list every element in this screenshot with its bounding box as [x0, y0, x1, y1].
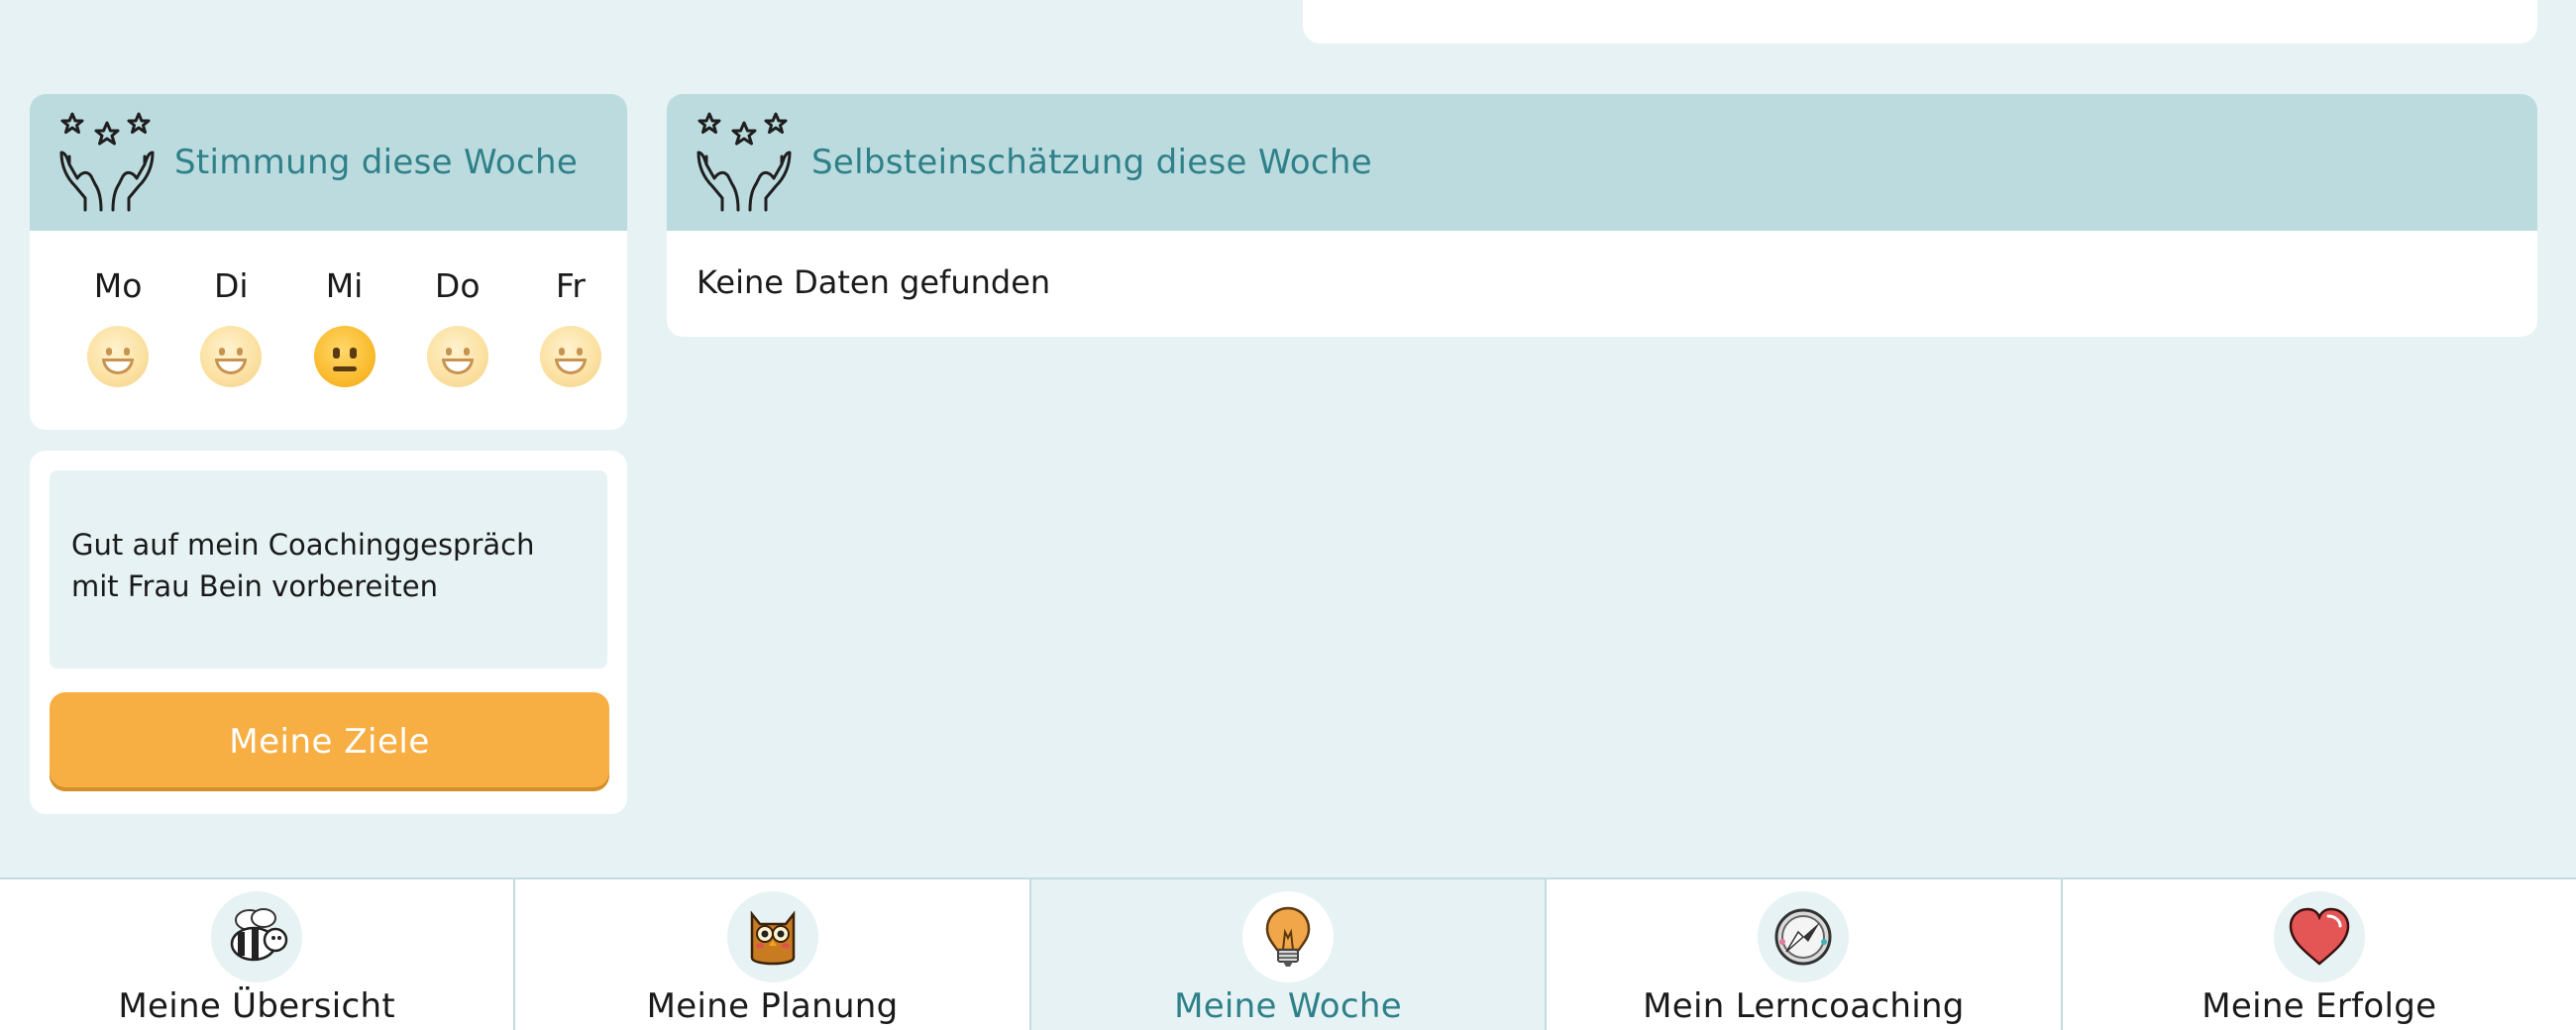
- day-label: Mi: [325, 266, 364, 305]
- owl-icon: [726, 891, 818, 982]
- my-goals-button[interactable]: Meine Ziele: [50, 692, 609, 791]
- compass-icon: [1758, 891, 1850, 982]
- mood-days: Mo Di Mi Do Fr: [30, 231, 627, 387]
- happy-face-icon: [426, 326, 488, 387]
- neutral-face-icon: [313, 326, 376, 387]
- mood-day-di[interactable]: Di: [174, 266, 287, 387]
- self-assessment-header: Selbsteinschätzung diese Woche: [667, 94, 2537, 231]
- nav-item-my-week[interactable]: Meine Woche: [1030, 879, 1548, 1030]
- goals-card: Gut auf mein Coachinggespräch mit Frau B…: [30, 451, 627, 814]
- mood-day-mi[interactable]: Mi: [287, 266, 400, 387]
- mood-day-mo[interactable]: Mo: [61, 266, 174, 387]
- lightbulb-icon: [1242, 891, 1335, 982]
- nav-item-successes[interactable]: Meine Erfolge: [2063, 879, 2576, 1030]
- nav-label: Meine Woche: [1174, 986, 1402, 1026]
- heart-icon: [2273, 891, 2365, 982]
- happy-face-icon: [539, 326, 601, 387]
- hands-stars-icon: [697, 112, 792, 212]
- happy-face-icon: [87, 326, 150, 387]
- hands-stars-icon: [59, 112, 155, 212]
- mood-day-do[interactable]: Do: [401, 266, 514, 387]
- goal-text: Gut auf mein Coachinggespräch mit Frau B…: [50, 470, 607, 669]
- nav-item-overview[interactable]: Meine Übersicht: [0, 879, 516, 1030]
- nav-label: Meine Übersicht: [118, 986, 395, 1026]
- bee-icon: [211, 891, 303, 982]
- day-label: Mo: [93, 266, 143, 305]
- self-assessment-card: Selbsteinschätzung diese Woche Keine Dat…: [667, 94, 2537, 337]
- mood-card-header: Stimmung diese Woche: [30, 94, 627, 231]
- nav-item-planning[interactable]: Meine Planung: [515, 879, 1031, 1030]
- nav-label: Meine Erfolge: [2201, 986, 2437, 1026]
- mood-card-title: Stimmung diese Woche: [174, 143, 579, 182]
- self-assessment-title: Selbsteinschätzung diese Woche: [811, 143, 1372, 182]
- nav-label: Mein Lerncoaching: [1643, 986, 1965, 1026]
- mood-day-fr[interactable]: Fr: [514, 266, 627, 387]
- happy-face-icon: [200, 326, 263, 387]
- day-label: Do: [434, 266, 481, 305]
- day-label: Di: [214, 266, 249, 305]
- top-card-partial: [1303, 0, 2537, 44]
- mood-card: Stimmung diese Woche Mo Di Mi Do Fr: [30, 94, 627, 430]
- no-data-text: Keine Daten gefunden: [697, 263, 1051, 301]
- nav-item-learning-coaching[interactable]: Mein Lerncoaching: [1547, 879, 2063, 1030]
- nav-label: Meine Planung: [646, 986, 899, 1026]
- day-label: Fr: [555, 266, 586, 305]
- bottom-navigation: Meine Übersicht Meine Planung Meine Woch…: [0, 877, 2576, 1030]
